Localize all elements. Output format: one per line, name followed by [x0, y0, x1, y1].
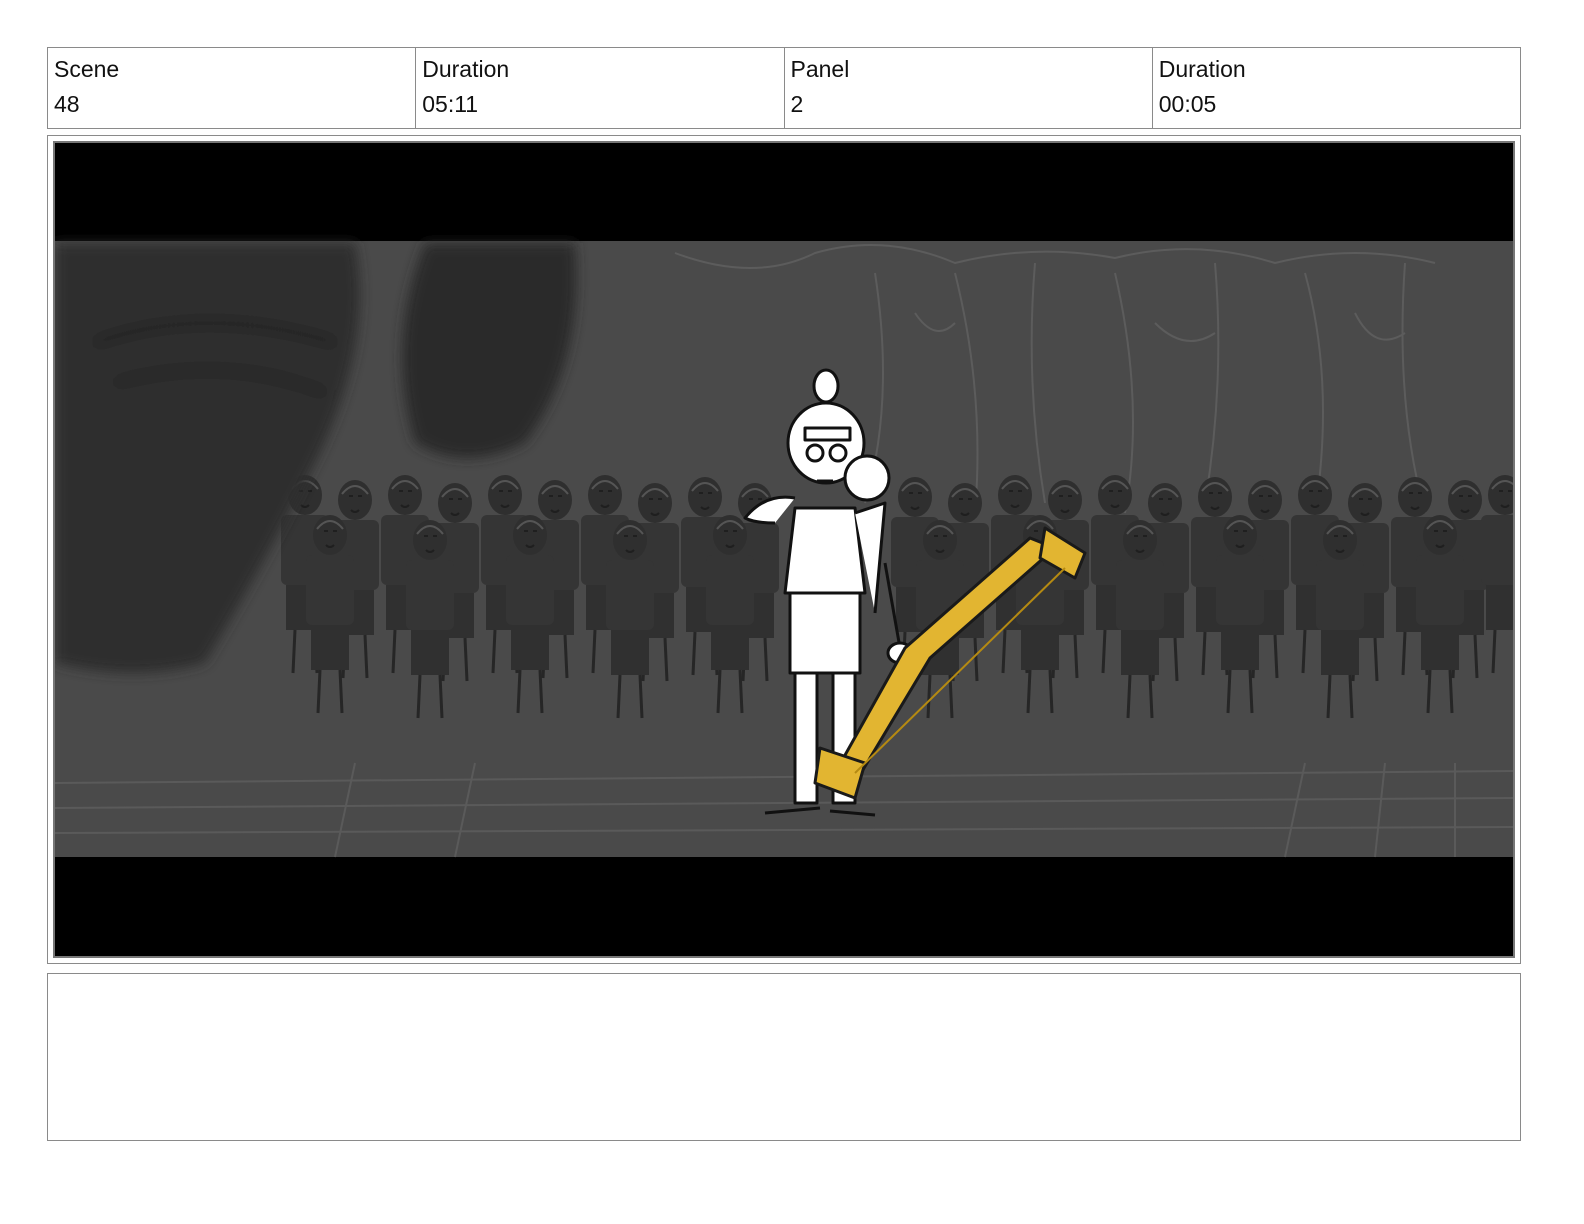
panel-drawing	[55, 143, 1513, 956]
panel-cell: Panel 2	[785, 48, 1153, 128]
panel-label: Panel	[790, 56, 850, 82]
scene-duration-label: Duration	[422, 56, 510, 82]
panel-duration-label: Duration	[1158, 56, 1246, 82]
scene-duration-value: 05:11	[422, 91, 479, 117]
scene-label: Scene	[54, 56, 120, 82]
panel-notes-box	[47, 973, 1521, 1141]
scene-duration-cell: Duration 05:11	[416, 48, 785, 128]
scene-value: 48	[54, 91, 80, 117]
storyboard-panel-image	[53, 141, 1515, 958]
panel-frame	[47, 135, 1521, 964]
scene-cell: Scene 48	[48, 48, 417, 128]
panel-value: 2	[790, 91, 804, 117]
panel-duration-value: 00:05	[1158, 91, 1217, 117]
storyboard-header: Scene 48 Duration 05:11 Panel 2 Duration…	[47, 47, 1521, 129]
panel-duration-cell: Duration 00:05	[1153, 48, 1520, 128]
